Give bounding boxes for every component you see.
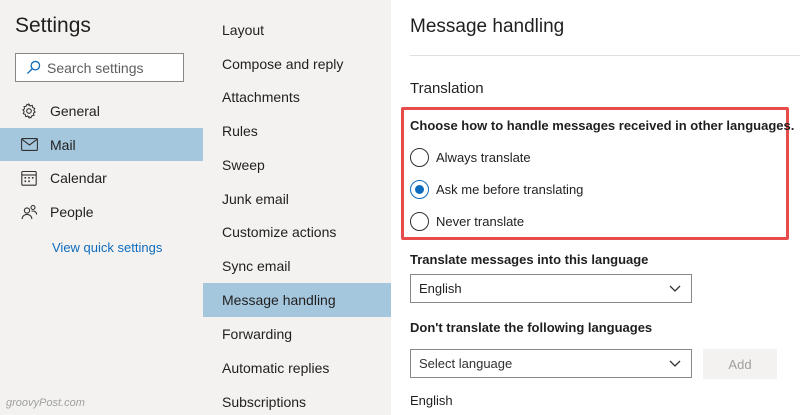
view-quick-settings-link[interactable]: View quick settings <box>52 240 162 255</box>
radio-circle[interactable] <box>410 148 429 167</box>
nav-calendar[interactable]: Calendar <box>0 161 203 194</box>
nav-general[interactable]: General <box>0 94 203 127</box>
radio-label: Ask me before translating <box>436 182 584 197</box>
excluded-language-item: English <box>410 393 453 408</box>
select-language-dropdown[interactable]: Select language <box>410 349 692 378</box>
nav-mail-label: Mail <box>50 136 76 153</box>
menu-rules[interactable]: Rules <box>203 114 391 148</box>
radio-label: Always translate <box>436 150 531 165</box>
radio-label: Never translate <box>436 214 525 229</box>
dont-translate-label: Don't translate the following languages <box>410 320 653 335</box>
radio-ask-before-translating[interactable]: Ask me before translating <box>410 180 583 199</box>
radio-never-translate[interactable]: Never translate <box>410 212 524 231</box>
menu-attachments[interactable]: Attachments <box>203 80 391 114</box>
nav-calendar-label: Calendar <box>50 169 107 186</box>
menu-message-handling[interactable]: Message handling <box>203 283 391 317</box>
nav-general-label: General <box>50 102 100 119</box>
menu-sweep[interactable]: Sweep <box>203 148 391 182</box>
menu-subscriptions[interactable]: Subscriptions <box>203 385 391 415</box>
settings-sidebar: Settings Search settings General Mail Ca… <box>0 0 203 415</box>
mail-settings-menu: Layout Compose and reply Attachments Rul… <box>203 0 391 415</box>
watermark: groovyPost.com <box>6 397 85 409</box>
menu-automatic-replies[interactable]: Automatic replies <box>203 351 391 385</box>
menu-customize-actions[interactable]: Customize actions <box>203 215 391 249</box>
select-language-placeholder: Select language <box>419 356 513 371</box>
radio-circle[interactable] <box>410 212 429 231</box>
translation-heading: Translation <box>410 80 484 97</box>
gear-icon <box>20 102 38 120</box>
divider <box>410 55 800 56</box>
translate-into-label: Translate messages into this language <box>410 252 649 267</box>
translation-question: Choose how to handle messages received i… <box>410 118 795 133</box>
settings-title: Settings <box>15 14 91 37</box>
translate-into-dropdown[interactable]: English <box>410 274 692 303</box>
menu-sync-email[interactable]: Sync email <box>203 249 391 283</box>
menu-layout[interactable]: Layout <box>203 13 391 47</box>
calendar-icon <box>20 169 38 187</box>
search-placeholder: Search settings <box>47 59 144 76</box>
people-icon <box>20 203 38 221</box>
add-language-button[interactable]: Add <box>703 349 777 379</box>
panel-title: Message handling <box>410 16 565 37</box>
nav-mail[interactable]: Mail <box>0 128 203 161</box>
nav-people[interactable]: People <box>0 195 203 228</box>
menu-junk-email[interactable]: Junk email <box>203 182 391 216</box>
nav-people-label: People <box>50 203 94 220</box>
translate-into-value: English <box>419 281 462 296</box>
radio-circle-checked[interactable] <box>410 180 429 199</box>
message-handling-panel: Message handling Translation Choose how … <box>391 0 800 415</box>
search-icon <box>26 60 41 75</box>
chevron-down-icon <box>669 285 681 292</box>
search-input[interactable]: Search settings <box>15 53 184 82</box>
menu-compose-and-reply[interactable]: Compose and reply <box>203 47 391 81</box>
radio-always-translate[interactable]: Always translate <box>410 148 531 167</box>
mail-icon <box>20 136 38 154</box>
chevron-down-icon <box>669 360 681 367</box>
menu-forwarding[interactable]: Forwarding <box>203 317 391 351</box>
